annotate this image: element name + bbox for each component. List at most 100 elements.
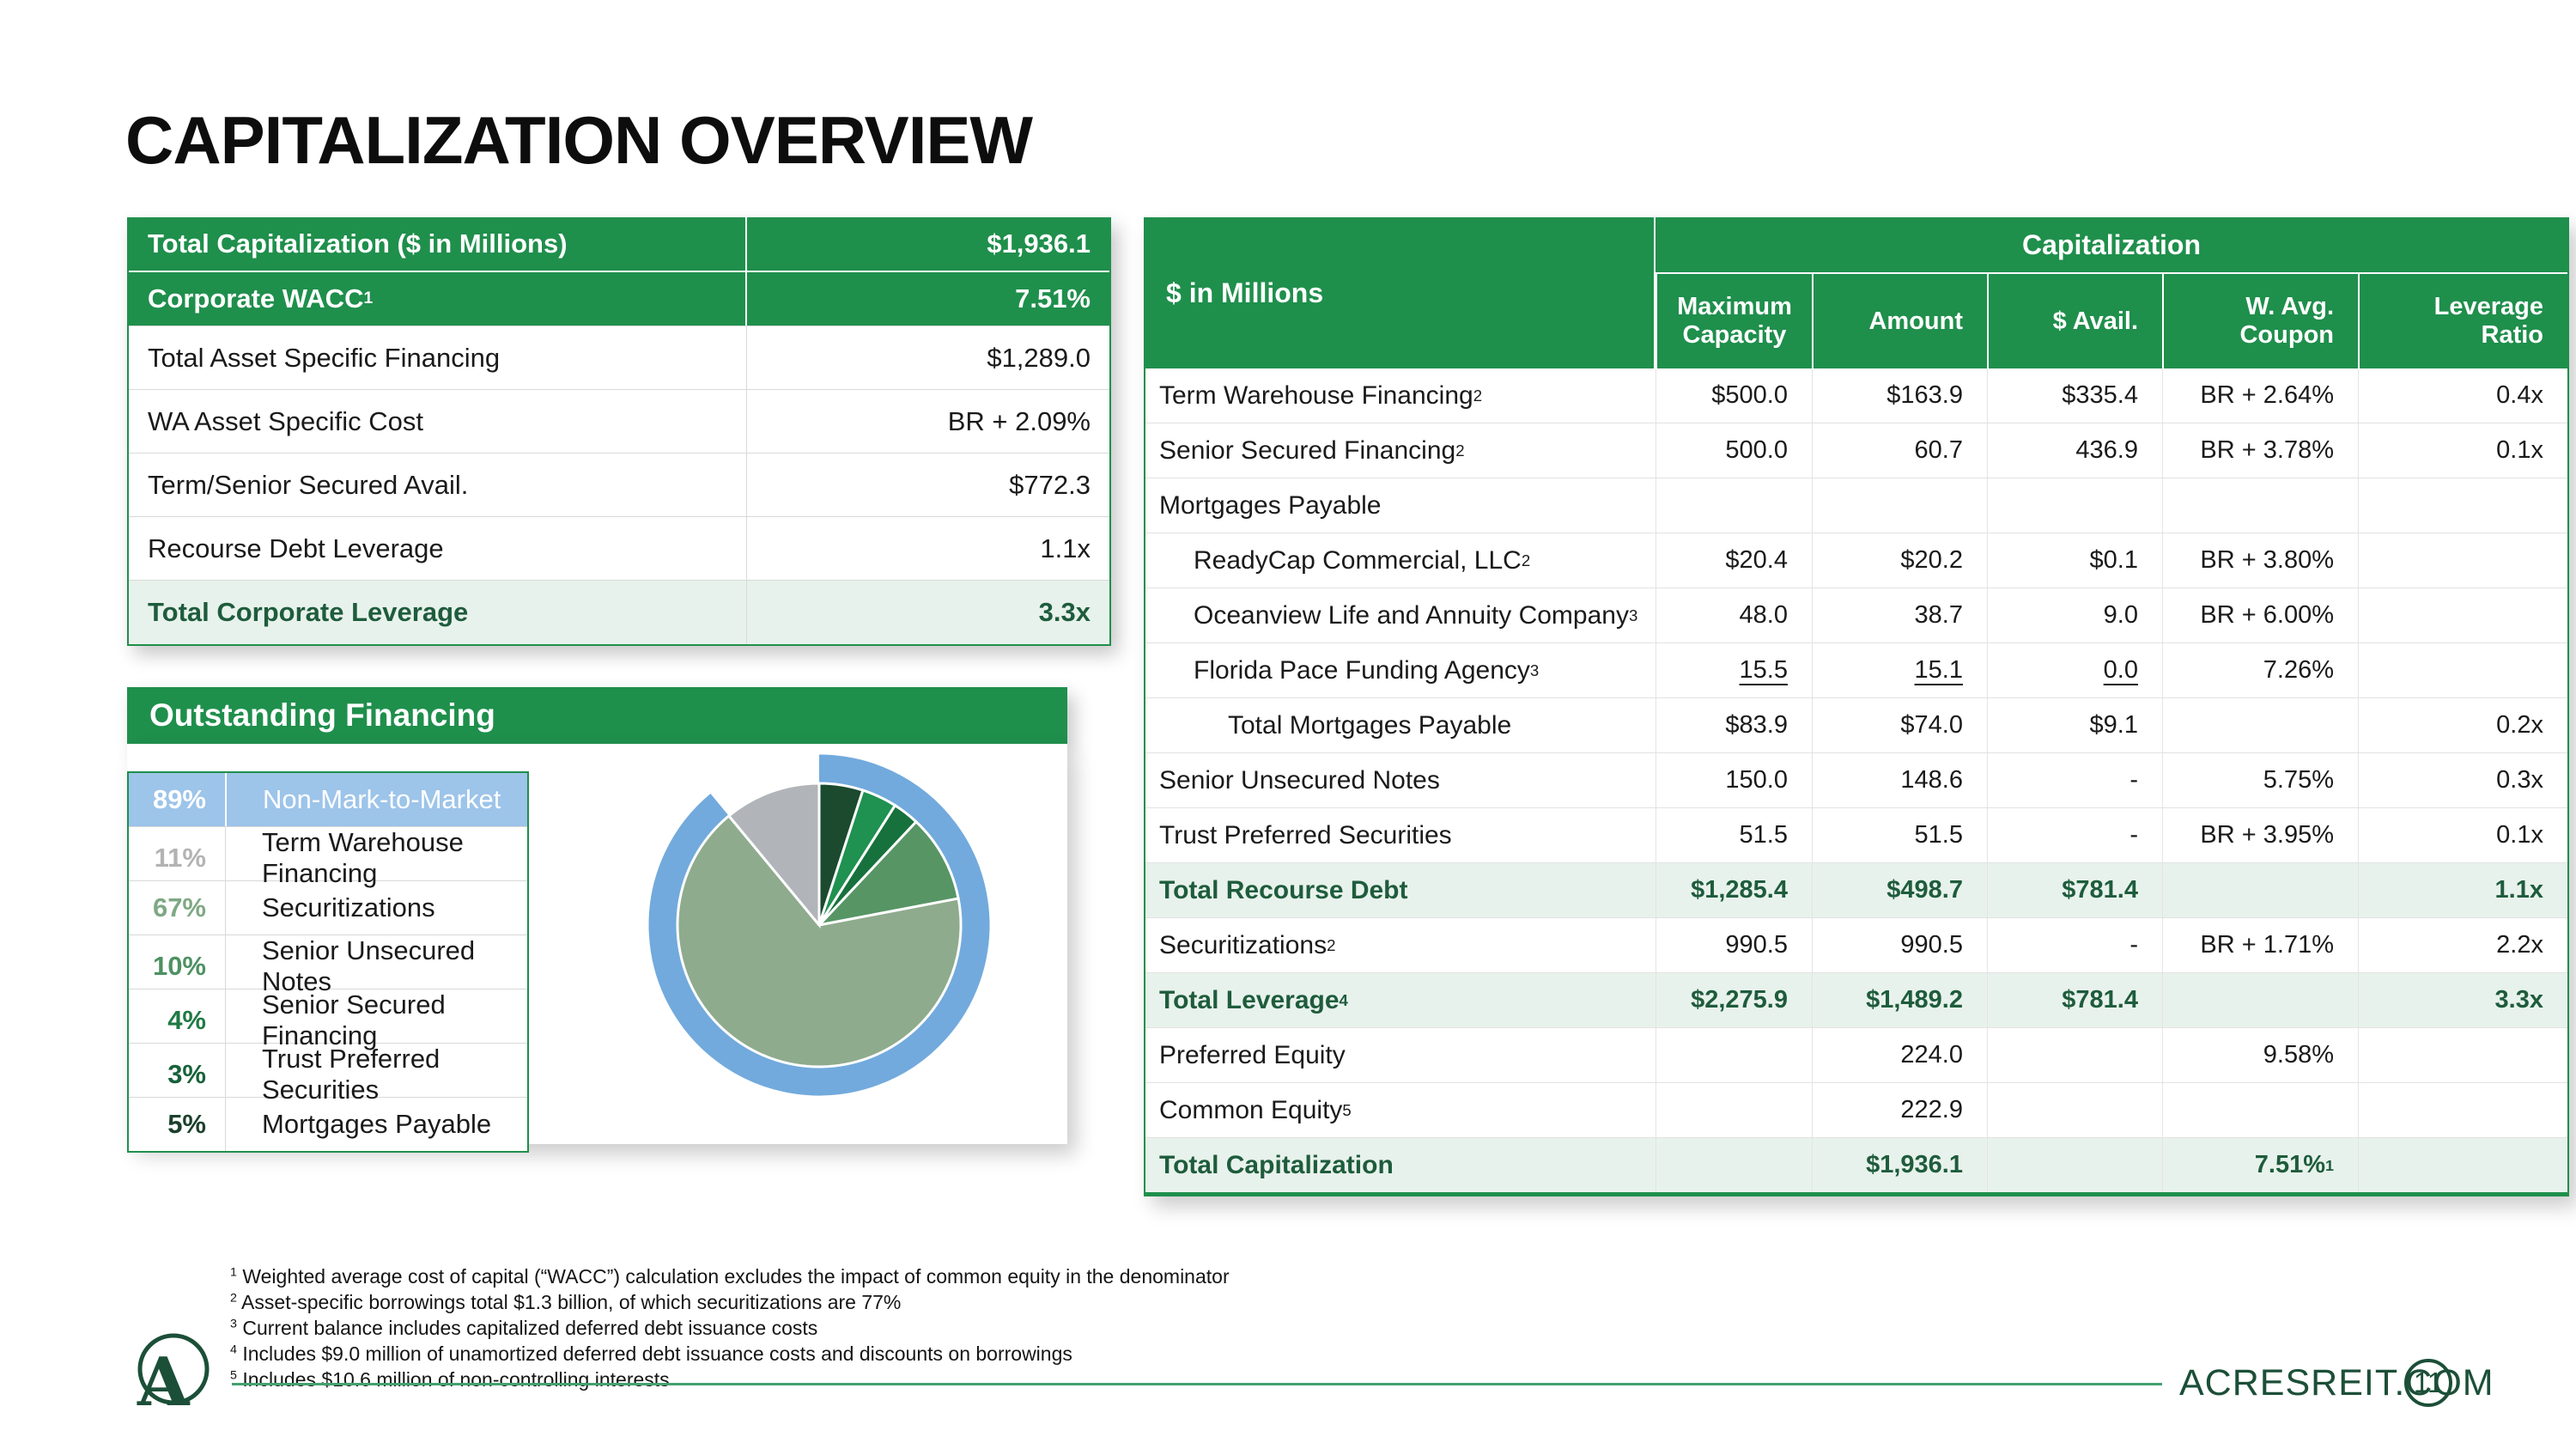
row-cell: -	[1987, 808, 2162, 862]
table-row: Mortgages Payable	[1145, 478, 2567, 533]
summary-row-value: 3.3x	[747, 581, 1109, 644]
row-label: Total Leverage 4	[1145, 973, 1656, 1027]
legend-percent: 11%	[129, 827, 225, 889]
row-cell	[2162, 1083, 2358, 1137]
row-cell: $1,936.1	[1812, 1138, 1987, 1192]
legend-percent: 3%	[129, 1044, 225, 1105]
legend-row: 67%Securitizations	[129, 880, 527, 935]
row-cell	[1987, 478, 2162, 533]
row-cell: $1,285.4	[1656, 863, 1812, 917]
row-cell	[2358, 478, 2567, 533]
row-cell	[2358, 588, 2567, 642]
summary-row: Recourse Debt Leverage1.1x	[129, 516, 1109, 580]
row-label: Trust Preferred Securities	[1145, 808, 1656, 862]
row-cell: 7.26%	[2162, 643, 2358, 697]
row-cell: 0.4x	[2358, 368, 2567, 423]
row-cell: 7.51% 1	[2162, 1138, 2358, 1192]
table-row: Senior Unsecured Notes150.0148.6-5.75%0.…	[1145, 752, 2567, 807]
row-cell: BR + 2.64%	[2162, 368, 2358, 423]
row-cell: $781.4	[1987, 973, 2162, 1027]
row-label: Oceanview Life and Annuity Company 3	[1145, 588, 1656, 642]
row-cell	[2162, 698, 2358, 752]
table-row: ReadyCap Commercial, LLC 2$20.4$20.2$0.1…	[1145, 533, 2567, 588]
footnote: 5 Includes $10.6 million of non-controll…	[230, 1367, 1230, 1392]
column-header-leverage-ratio: Leverage Ratio	[2358, 274, 2567, 368]
legend-label: Securitizations	[225, 881, 527, 935]
row-cell: 51.5	[1812, 808, 1987, 862]
legend-percent: 5%	[129, 1098, 225, 1151]
summary-row-value: BR + 2.09%	[747, 390, 1109, 453]
row-label: Total Recourse Debt	[1145, 863, 1656, 917]
row-cell	[2162, 973, 2358, 1027]
row-cell: 990.5	[1812, 918, 1987, 972]
legend-label: Senior Unsecured Notes	[225, 935, 527, 997]
table-row: Total Leverage 4$2,275.9$1,489.2$781.43.…	[1145, 972, 2567, 1027]
table-row: Common Equity 5222.9	[1145, 1082, 2567, 1137]
row-cell: $0.1	[1987, 533, 2162, 588]
row-cell: 0.2x	[2358, 698, 2567, 752]
row-cell: 5.75%	[2162, 753, 2358, 807]
row-cell: 60.7	[1812, 423, 1987, 478]
summary-row-value: $1,289.0	[747, 326, 1109, 389]
row-cell: BR + 6.00%	[2162, 588, 2358, 642]
row-cell: 436.9	[1987, 423, 2162, 478]
logo-letter-a: A	[137, 1343, 191, 1421]
row-cell	[1987, 1028, 2162, 1082]
row-cell: 0.1x	[2358, 423, 2567, 478]
row-cell: 150.0	[1656, 753, 1812, 807]
legend-label: Non-Mark-to-Market	[225, 773, 527, 826]
legend-row: 3%Trust Preferred Securities	[129, 1043, 527, 1097]
row-cell	[1656, 1028, 1812, 1082]
row-label: Total Mortgages Payable	[1145, 698, 1656, 752]
table-row: Term Warehouse Financing 2$500.0$163.9$3…	[1145, 368, 2567, 423]
row-cell: $20.4	[1656, 533, 1812, 588]
row-cell	[1656, 1083, 1812, 1137]
page-title: CAPITALIZATION OVERVIEW	[125, 101, 1032, 180]
page-number-badge: 11	[2404, 1359, 2452, 1407]
row-label: ReadyCap Commercial, LLC 2	[1145, 533, 1656, 588]
column-header-units: $ in Millions	[1145, 217, 1656, 368]
summary-row-label: WA Asset Specific Cost	[129, 390, 747, 453]
summary-row-value: $1,936.1	[747, 217, 1109, 271]
summary-row-label: Total Asset Specific Financing	[129, 326, 747, 389]
column-header-w-avg-coupon: W. Avg. Coupon	[2162, 274, 2358, 368]
legend-label: Term Warehouse Financing	[225, 827, 527, 889]
row-cell: 1.1x	[2358, 863, 2567, 917]
row-cell: $781.4	[1987, 863, 2162, 917]
row-cell: $163.9	[1812, 368, 1987, 423]
column-group-header: Capitalization	[1656, 217, 2567, 274]
row-label: Senior Secured Financing 2	[1145, 423, 1656, 478]
row-cell: 224.0	[1812, 1028, 1987, 1082]
row-cell: $500.0	[1656, 368, 1812, 423]
row-cell: -	[1987, 753, 2162, 807]
row-label: Securitizations 2	[1145, 918, 1656, 972]
legend-percent: 89%	[129, 773, 225, 826]
row-cell: 0.0	[1987, 643, 2162, 697]
capitalization-table-body: Term Warehouse Financing 2$500.0$163.9$3…	[1145, 368, 2567, 1192]
outstanding-financing-pie-chart	[639, 745, 999, 1105]
summary-row-value: 7.51%	[747, 272, 1109, 326]
table-row: Oceanview Life and Annuity Company 348.0…	[1145, 588, 2567, 642]
footer-divider-line	[232, 1383, 2162, 1385]
column-header-avail: $ Avail.	[1987, 274, 2162, 368]
table-row: Trust Preferred Securities51.551.5-BR + …	[1145, 807, 2567, 862]
summary-row-value: $772.3	[747, 454, 1109, 516]
row-cell: 15.5	[1656, 643, 1812, 697]
row-cell: -	[1987, 918, 2162, 972]
row-cell	[2162, 863, 2358, 917]
pie-legend-table: 89%Non-Mark-to-Market11%Term Warehouse F…	[127, 771, 529, 1153]
column-header-maximum-capacity: Maximum Capacity	[1656, 274, 1812, 368]
capitalization-table: $ in Millions Capitalization Maximum Cap…	[1144, 217, 2569, 1196]
row-cell: $2,275.9	[1656, 973, 1812, 1027]
row-cell: BR + 3.80%	[2162, 533, 2358, 588]
summary-table: Total Capitalization ($ in Millions)$1,9…	[127, 217, 1111, 646]
summary-row-value: 1.1x	[747, 517, 1109, 580]
row-cell: $498.7	[1812, 863, 1987, 917]
row-label: Mortgages Payable	[1145, 478, 1656, 533]
footnote: 2 Asset-specific borrowings total $1.3 b…	[230, 1289, 1230, 1315]
row-label: Term Warehouse Financing 2	[1145, 368, 1656, 423]
outstanding-financing-title: Outstanding Financing	[149, 697, 495, 734]
summary-row-label: Total Corporate Leverage	[129, 581, 747, 644]
table-row: Florida Pace Funding Agency 315.515.10.0…	[1145, 642, 2567, 697]
legend-label: Senior Secured Financing	[225, 989, 527, 1051]
